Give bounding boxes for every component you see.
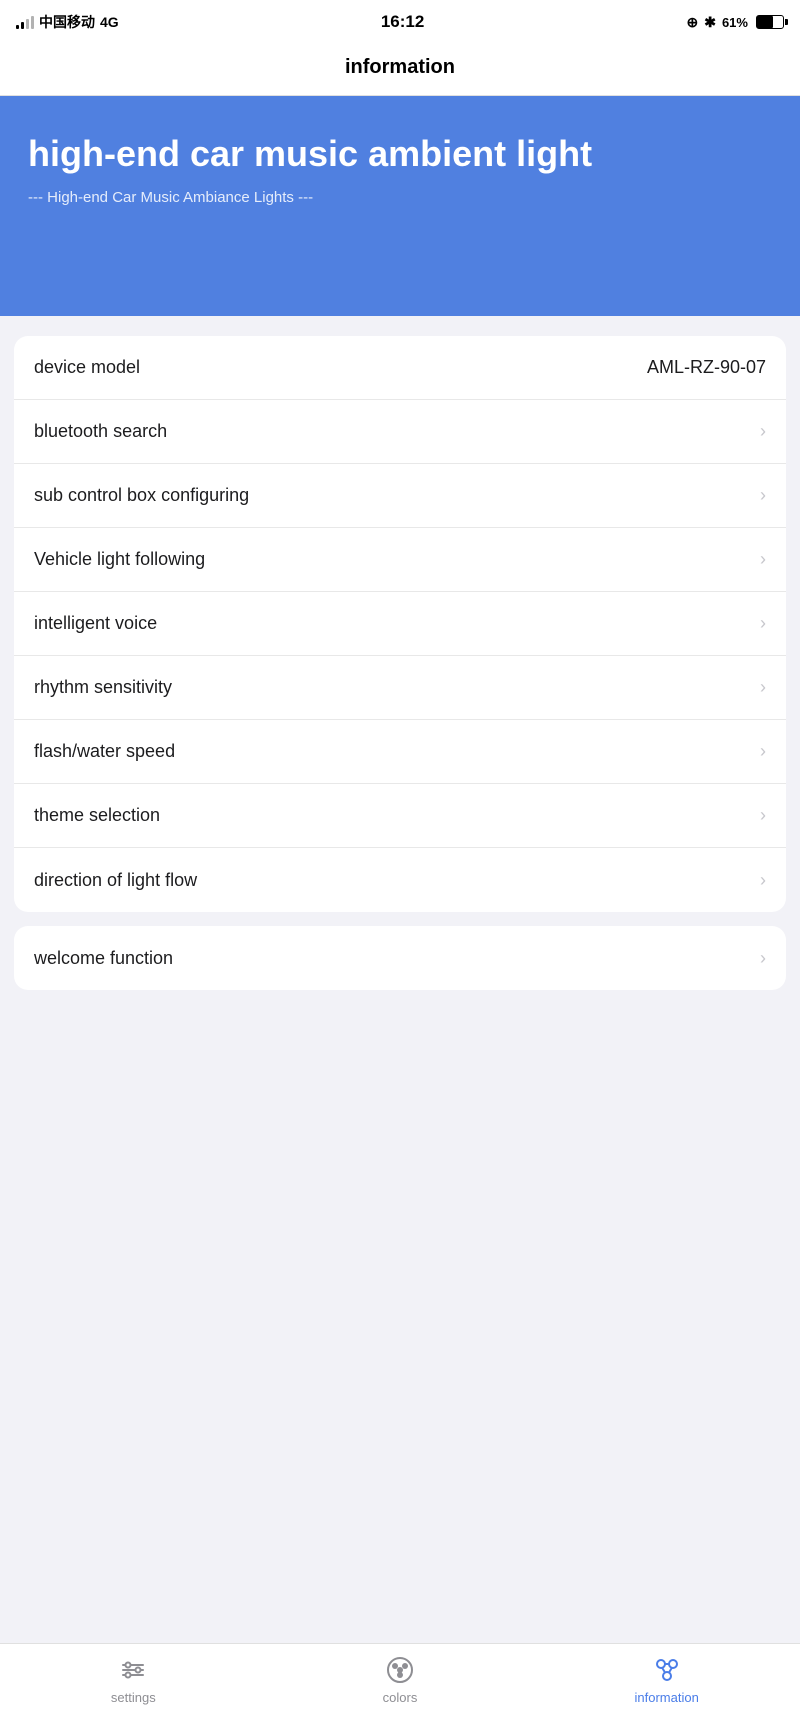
settings-icon xyxy=(117,1654,149,1686)
signal-icon xyxy=(16,15,34,29)
chevron-icon: › xyxy=(760,677,766,698)
tab-colors[interactable]: colors xyxy=(267,1654,534,1705)
flash-water-speed-row[interactable]: flash/water speed › xyxy=(14,720,786,784)
tab-bar: settings colors information xyxy=(0,1643,800,1731)
vehicle-light-label: Vehicle light following xyxy=(34,549,205,570)
rhythm-sensitivity-row[interactable]: rhythm sensitivity › xyxy=(14,656,786,720)
page-header: information xyxy=(0,44,800,96)
hero-banner: high-end car music ambient light --- Hig… xyxy=(0,96,800,316)
location-icon: ⊕ xyxy=(686,14,698,31)
bluetooth-icon: ✱ xyxy=(704,14,716,31)
chevron-icon: › xyxy=(760,485,766,506)
status-right: ⊕ ✱ 61% xyxy=(686,14,784,31)
information-icon xyxy=(651,1654,683,1686)
tab-information[interactable]: information xyxy=(533,1654,800,1705)
battery-percent: 61% xyxy=(722,15,748,30)
chevron-icon: › xyxy=(760,805,766,826)
flash-water-speed-label: flash/water speed xyxy=(34,741,175,762)
network-label: 4G xyxy=(100,14,119,30)
chevron-icon: › xyxy=(760,549,766,570)
intelligent-voice-label: intelligent voice xyxy=(34,613,157,634)
hero-subtitle: --- High-end Car Music Ambiance Lights -… xyxy=(28,189,772,206)
chevron-icon: › xyxy=(760,421,766,442)
welcome-function-row[interactable]: welcome function › xyxy=(14,926,786,990)
device-model-value: AML-RZ-90-07 xyxy=(647,357,766,378)
bluetooth-search-label: bluetooth search xyxy=(34,421,167,442)
second-settings-card: welcome function › xyxy=(14,926,786,990)
chevron-icon: › xyxy=(760,948,766,969)
colors-tab-label: colors xyxy=(383,1690,418,1705)
direction-light-flow-label: direction of light flow xyxy=(34,870,197,891)
device-model-label: device model xyxy=(34,357,140,378)
page-title: information xyxy=(345,56,455,78)
sub-control-box-row[interactable]: sub control box configuring › xyxy=(14,464,786,528)
information-tab-label: information xyxy=(635,1690,699,1705)
time-label: 16:12 xyxy=(381,12,424,32)
status-left: 中国移动 4G xyxy=(16,12,119,32)
direction-light-flow-row[interactable]: direction of light flow › xyxy=(14,848,786,912)
colors-icon xyxy=(384,1654,416,1686)
settings-tab-label: settings xyxy=(111,1690,156,1705)
rhythm-sensitivity-label: rhythm sensitivity xyxy=(34,677,172,698)
chevron-icon: › xyxy=(760,613,766,634)
main-content: device model AML-RZ-90-07 bluetooth sear… xyxy=(0,316,800,1098)
sub-control-box-label: sub control box configuring xyxy=(34,485,249,506)
carrier-label: 中国移动 xyxy=(39,12,95,32)
welcome-function-label: welcome function xyxy=(34,948,173,969)
theme-selection-row[interactable]: theme selection › xyxy=(14,784,786,848)
chevron-icon: › xyxy=(760,870,766,891)
vehicle-light-row[interactable]: Vehicle light following › xyxy=(14,528,786,592)
device-model-row: device model AML-RZ-90-07 xyxy=(14,336,786,400)
status-bar: 中国移动 4G 16:12 ⊕ ✱ 61% xyxy=(0,0,800,44)
hero-title: high-end car music ambient light xyxy=(28,132,772,175)
settings-card: device model AML-RZ-90-07 bluetooth sear… xyxy=(14,336,786,912)
intelligent-voice-row[interactable]: intelligent voice › xyxy=(14,592,786,656)
battery-icon xyxy=(756,15,784,29)
theme-selection-label: theme selection xyxy=(34,805,160,826)
chevron-icon: › xyxy=(760,741,766,762)
bluetooth-search-row[interactable]: bluetooth search › xyxy=(14,400,786,464)
tab-settings[interactable]: settings xyxy=(0,1654,267,1705)
